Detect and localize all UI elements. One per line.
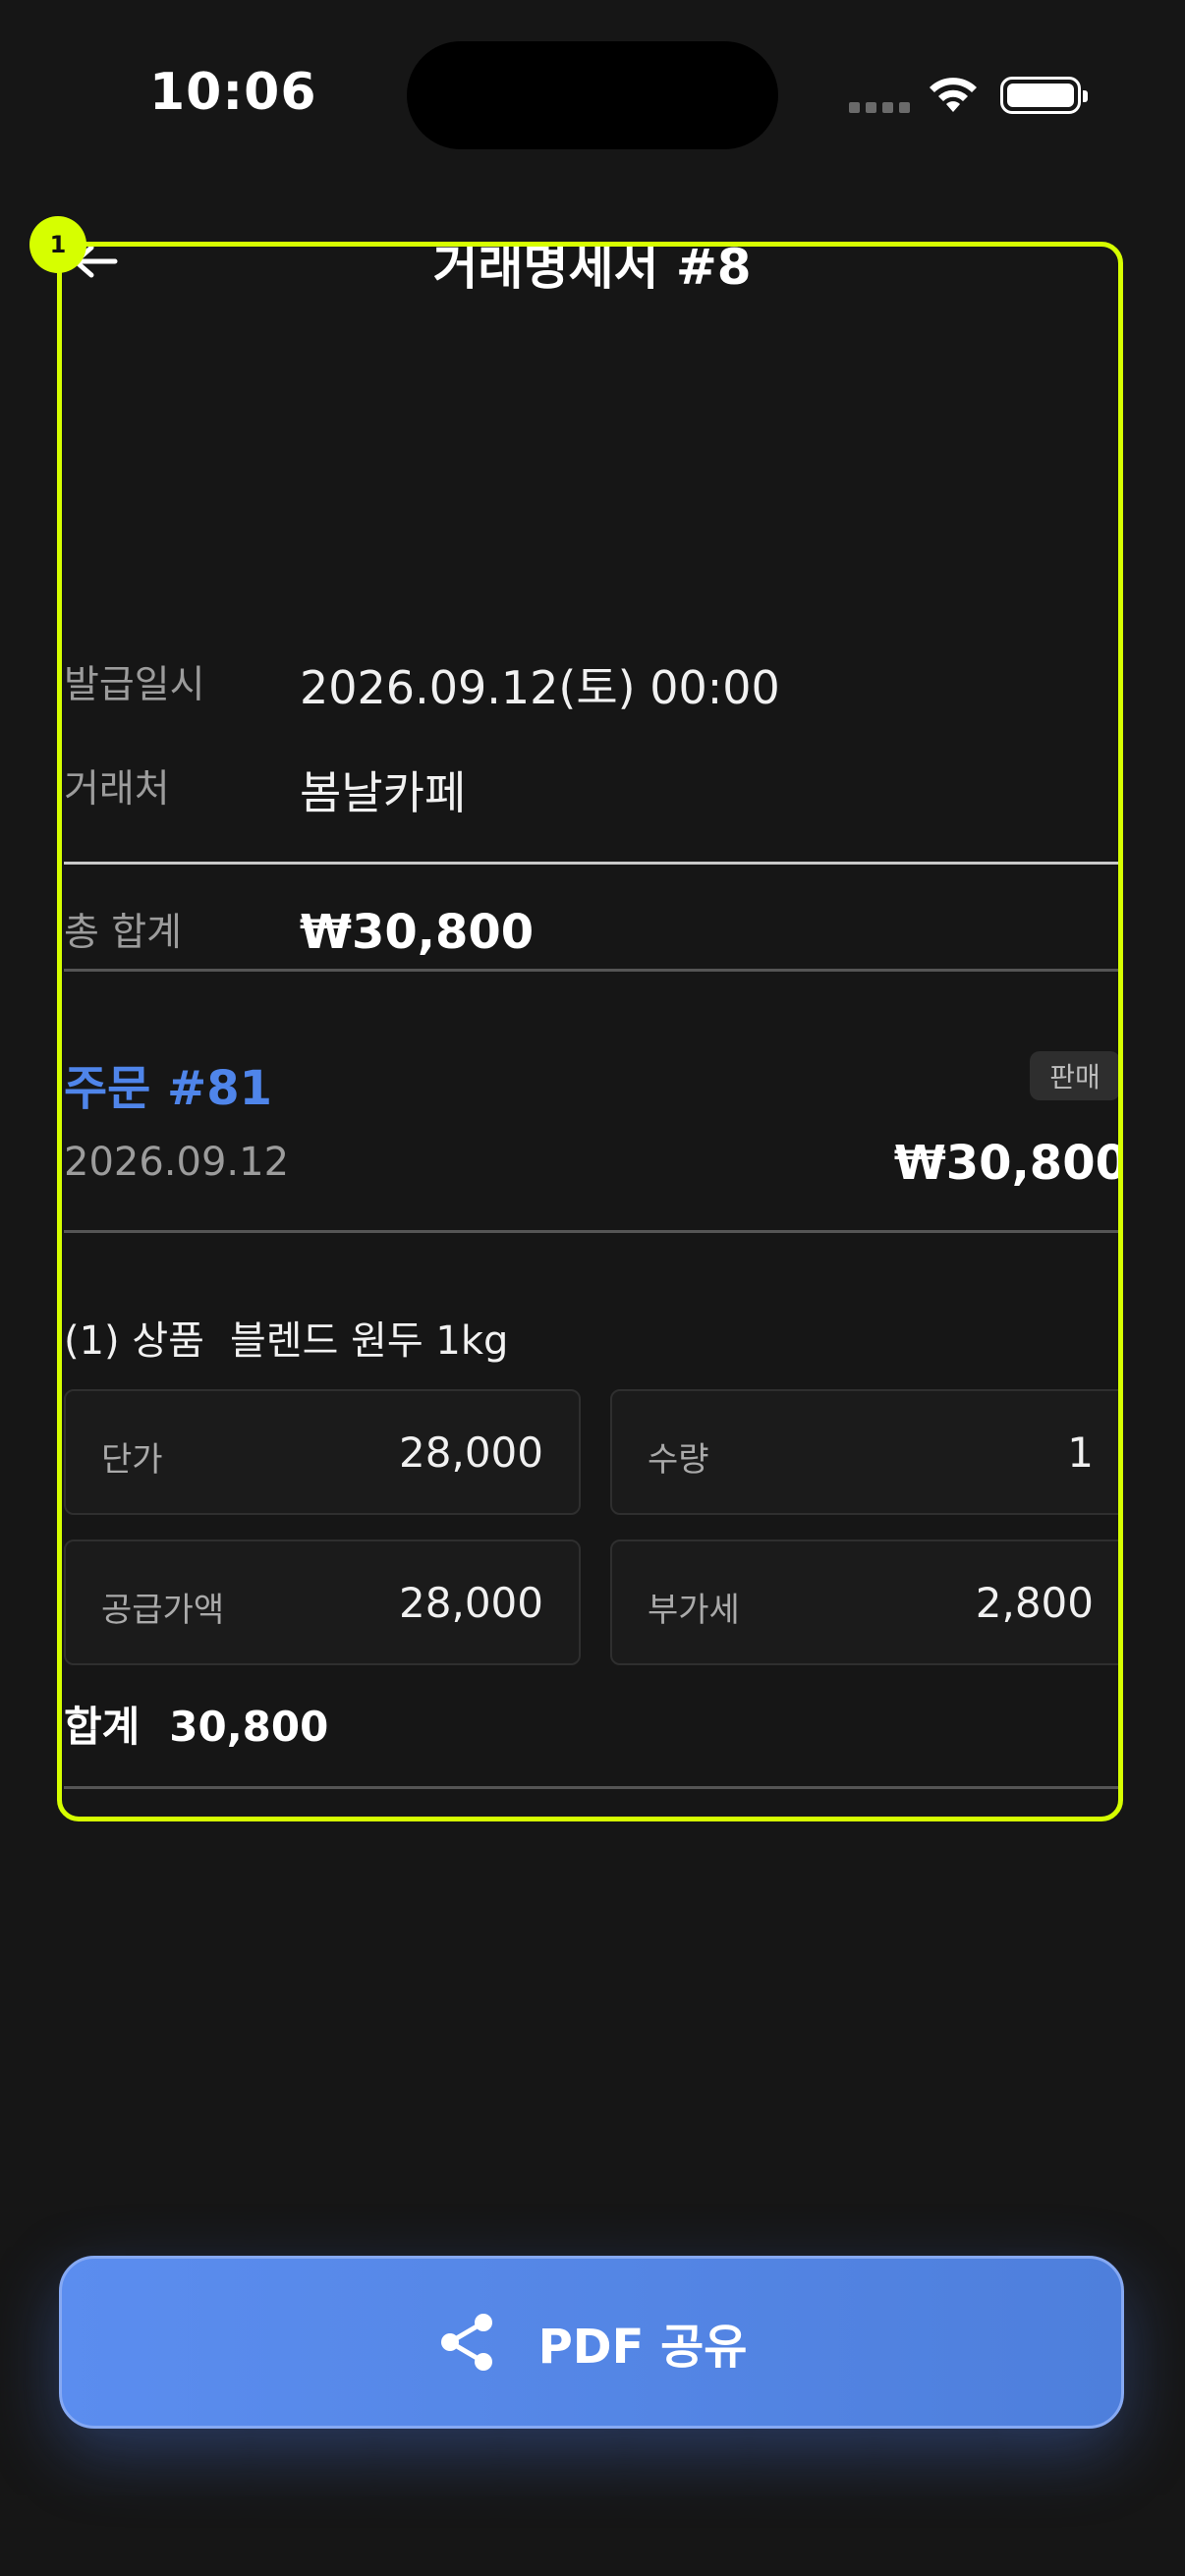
page-title: 거래명세서 #8 bbox=[432, 242, 752, 296]
item-heading: (1) 상품 블렌드 원두 1kg bbox=[64, 1309, 508, 1366]
share-icon bbox=[440, 2314, 492, 2371]
supply-value-cell: 공급가액 28,000 bbox=[64, 1540, 581, 1665]
divider bbox=[64, 969, 1118, 972]
unit-price-label: 단가 bbox=[101, 1440, 163, 1480]
item-total-value: 30,800 bbox=[169, 1703, 329, 1751]
annotation-marker: 1 bbox=[29, 216, 86, 273]
wifi-icon bbox=[930, 78, 977, 112]
vat-cell: 부가세 2,800 bbox=[610, 1540, 1118, 1665]
item-total: 합계 30,800 bbox=[64, 1694, 328, 1754]
supply-value-label: 공급가액 bbox=[101, 1591, 225, 1630]
order-type-badge: 판매 bbox=[1030, 1051, 1118, 1100]
supply-value-amount: 28,000 bbox=[399, 1579, 543, 1627]
status-time: 10:06 bbox=[149, 63, 317, 122]
vat-label: 부가세 bbox=[648, 1591, 740, 1630]
divider bbox=[64, 1230, 1118, 1233]
divider bbox=[64, 1786, 1118, 1789]
client-label: 거래처 bbox=[64, 767, 170, 812]
unit-price-value: 28,000 bbox=[399, 1428, 543, 1477]
quantity-value: 1 bbox=[1067, 1428, 1094, 1477]
issued-value: 2026.09.12(토) 00:00 bbox=[300, 661, 780, 714]
grand-total-label: 총 합계 bbox=[64, 911, 183, 955]
statement-content: 거래명세서 #8 발급일시 2026.09.12(토) 00:00 거래처 봄날… bbox=[57, 242, 1123, 1821]
quantity-label: 수량 bbox=[648, 1440, 709, 1480]
pdf-share-button[interactable]: PDF 공유 bbox=[59, 2256, 1124, 2429]
battery-icon bbox=[1000, 77, 1088, 114]
unit-price-cell: 단가 28,000 bbox=[64, 1389, 581, 1515]
client-value: 봄날카페 bbox=[300, 766, 467, 819]
order-amount: ₩30,800 bbox=[893, 1136, 1123, 1191]
dynamic-island bbox=[407, 41, 778, 149]
pdf-share-label: PDF 공유 bbox=[537, 2320, 748, 2375]
screen: 10:06 1 거래명세서 #8 발급일시 2026.09.12(토) 00:0… bbox=[0, 0, 1185, 2576]
divider bbox=[64, 862, 1118, 865]
grand-total-value: ₩30,800 bbox=[300, 905, 535, 960]
item-total-label: 합계 bbox=[64, 1703, 141, 1751]
vat-value: 2,800 bbox=[975, 1579, 1094, 1627]
order-title[interactable]: 주문 #81 bbox=[64, 1049, 272, 1118]
order-date: 2026.09.12 bbox=[64, 1140, 290, 1185]
cellular-signal-icon bbox=[849, 102, 910, 113]
issued-label: 발급일시 bbox=[64, 663, 205, 707]
item-index: (1) 상품 bbox=[64, 1318, 204, 1364]
item-name: 블렌드 원두 1kg bbox=[229, 1318, 509, 1364]
quantity-cell: 수량 1 bbox=[610, 1389, 1118, 1515]
